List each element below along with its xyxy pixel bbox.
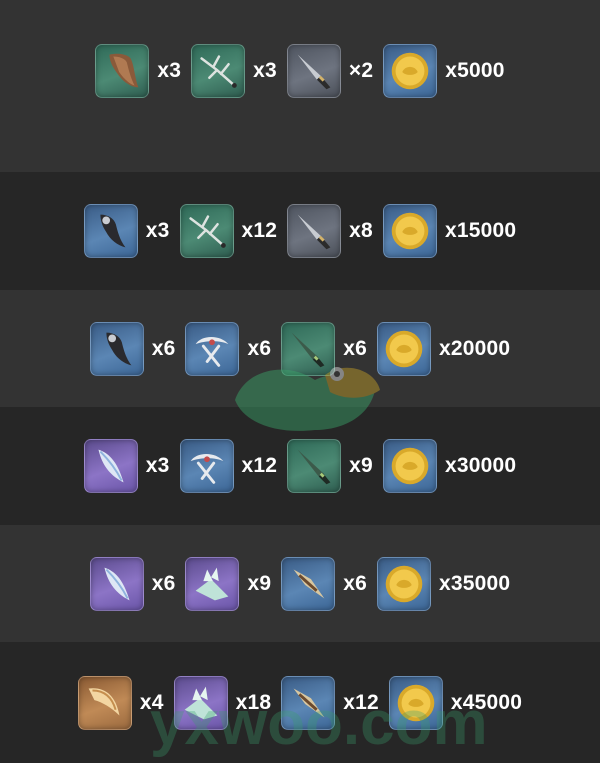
- quantity-label: x9: [349, 454, 373, 477]
- gold-coin-icon: [383, 44, 438, 98]
- material-entry: x18: [173, 675, 272, 730]
- quantity-label: x3: [145, 454, 170, 477]
- cost-row-1: x3 x3 ×2 x5000: [0, 0, 600, 172]
- quantity-label: ×2: [348, 59, 374, 82]
- gold-coin-icon: [377, 556, 431, 611]
- branch-antler-icon: [179, 204, 234, 258]
- quantity-label: x6: [343, 571, 367, 595]
- cost-row-2: x3 x12 x8 x15000: [0, 172, 600, 290]
- quantity-label: x12: [241, 454, 278, 477]
- gold-coin-icon: [382, 204, 437, 258]
- material-entry: x4: [77, 675, 164, 730]
- quantity-label: x9: [247, 571, 272, 595]
- material-entry: x30000: [382, 439, 517, 493]
- quantity-label: x30000: [444, 454, 517, 477]
- crystal-wing-icon: [173, 675, 228, 730]
- branch-antler-icon: [191, 44, 246, 98]
- quantity-label: x8: [349, 219, 373, 242]
- material-entry: x6: [89, 321, 176, 376]
- material-entry: x9: [185, 556, 272, 611]
- material-entry: x3: [83, 439, 170, 493]
- material-entry: x45000: [388, 675, 523, 730]
- ice-feather-icon: [89, 556, 144, 611]
- quantity-label: x15000: [444, 219, 517, 242]
- dark-claw-icon: [89, 321, 144, 376]
- material-entry: x20000: [377, 321, 511, 376]
- quantity-label: x6: [343, 336, 367, 360]
- bone-spear-icon: [281, 675, 336, 730]
- quantity-label: x12: [241, 219, 278, 242]
- cost-row-6: x4 x18 x12 x45000: [0, 642, 600, 763]
- cost-row-5: x6 x9 x6 x35000: [0, 525, 600, 642]
- brown-claw-icon: [95, 44, 150, 98]
- material-entry: x3: [83, 204, 170, 258]
- white-horn-icon: [185, 321, 240, 376]
- quantity-label: x4: [139, 690, 164, 714]
- material-entry: x35000: [377, 556, 511, 611]
- material-entry: x6: [185, 321, 272, 376]
- green-blade-icon: [287, 439, 342, 493]
- quantity-label: x20000: [439, 336, 511, 360]
- dark-claw-icon: [83, 204, 138, 258]
- blade-fragment-icon: [287, 204, 342, 258]
- gold-coin-icon: [388, 675, 443, 730]
- material-entry: ×2: [286, 44, 374, 98]
- quantity-label: x3: [157, 59, 182, 82]
- quantity-label: x45000: [450, 690, 523, 714]
- ice-feather-icon: [83, 439, 138, 493]
- quantity-label: x3: [253, 59, 277, 82]
- material-entry: x12: [179, 439, 278, 493]
- material-entry: x3: [95, 44, 181, 98]
- white-horn-icon: [179, 439, 234, 493]
- quantity-label: x3: [145, 219, 170, 242]
- material-entry: x9: [287, 439, 373, 493]
- material-entry: x6: [281, 556, 367, 611]
- material-entry: x5000: [383, 44, 504, 98]
- quantity-label: x18: [235, 690, 272, 714]
- bone-spear-icon: [281, 556, 336, 611]
- cost-row-4: x3 x12 x9 x30000: [0, 407, 600, 525]
- material-entry: x3: [191, 44, 277, 98]
- material-cost-table: x3 x3 ×2 x5000 x3 x12 x8 x15000 x6 x6 x6…: [0, 0, 600, 763]
- quantity-label: x6: [151, 336, 176, 360]
- golden-horn-icon: [77, 675, 132, 730]
- quantity-label: x6: [247, 336, 272, 360]
- quantity-label: x35000: [439, 571, 511, 595]
- crystal-wing-icon: [185, 556, 240, 611]
- blade-fragment-icon: [286, 44, 341, 98]
- quantity-label: x12: [343, 690, 379, 714]
- gold-coin-icon: [377, 321, 431, 376]
- green-blade-icon: [281, 321, 336, 376]
- gold-coin-icon: [382, 439, 437, 493]
- quantity-label: x5000: [445, 59, 505, 82]
- cost-row-3: x6 x6 x6 x20000: [0, 290, 600, 407]
- material-entry: x15000: [382, 204, 517, 258]
- material-entry: x12: [179, 204, 278, 258]
- material-entry: x8: [287, 204, 373, 258]
- material-entry: x6: [89, 556, 176, 611]
- material-entry: x12: [281, 675, 379, 730]
- material-entry: x6: [281, 321, 367, 376]
- quantity-label: x6: [151, 571, 176, 595]
